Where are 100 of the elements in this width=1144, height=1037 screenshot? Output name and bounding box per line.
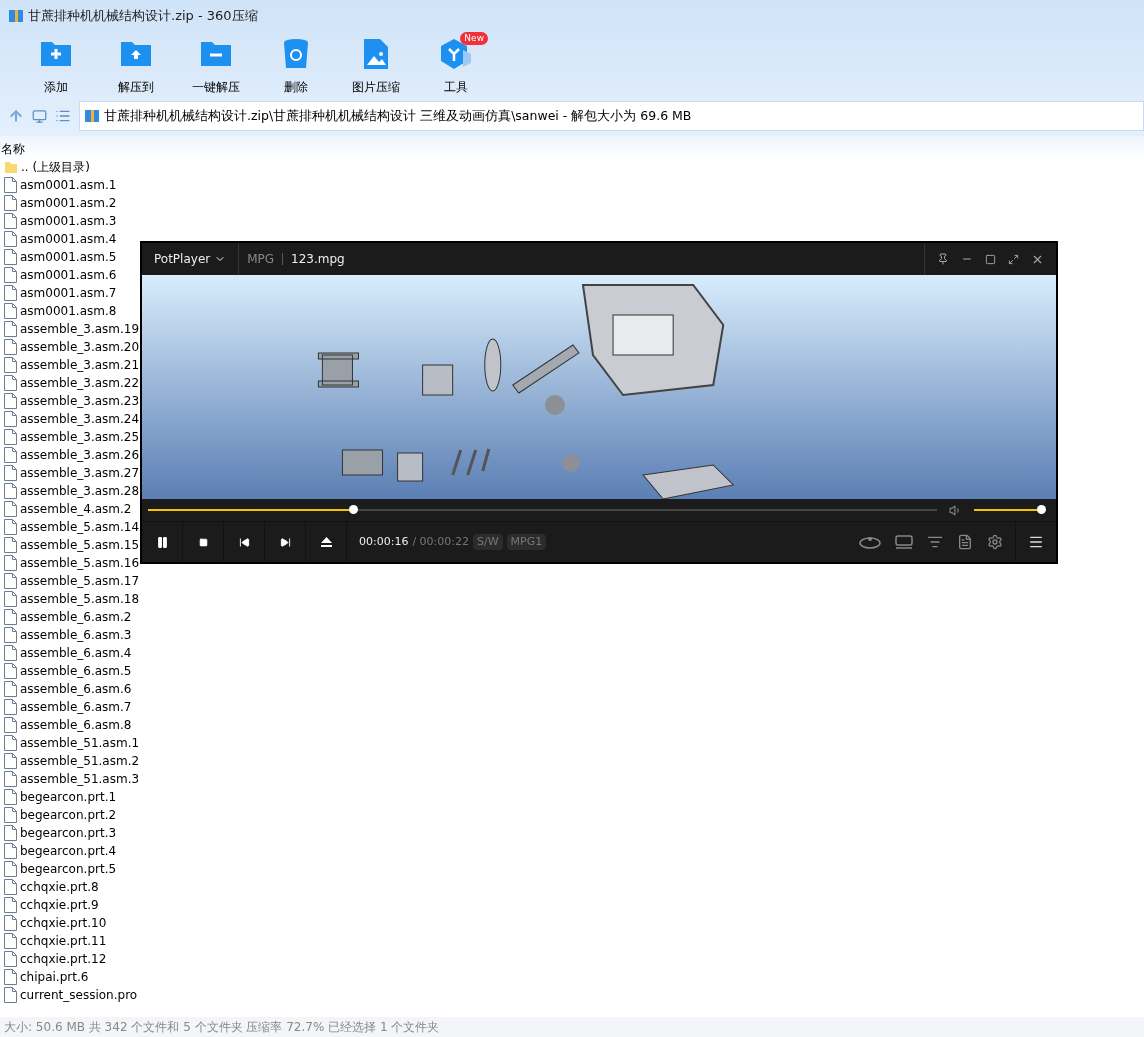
file-name[interactable]: assemble_6.asm.4 — [20, 644, 132, 662]
codec-tag: S/W — [473, 533, 503, 551]
file-name[interactable]: cchqxie.prt.9 — [20, 896, 99, 914]
file-icon — [4, 321, 17, 337]
stop-icon — [198, 537, 208, 547]
image-file-icon — [363, 38, 389, 70]
file-icon — [4, 465, 17, 481]
file-name[interactable]: cchqxie.prt.12 — [20, 950, 107, 968]
toolbar-button[interactable]: 图片压缩 — [336, 32, 416, 96]
file-name[interactable]: assemble_5.asm.18 — [20, 590, 140, 608]
file-icon — [4, 987, 17, 1003]
playlist-icon[interactable] — [957, 534, 973, 550]
file-name[interactable]: assemble_51.asm.3 — [20, 770, 140, 788]
file-name[interactable]: asm0001.asm.4 — [20, 230, 117, 248]
file-icon — [4, 861, 17, 877]
archive-icon — [8, 8, 24, 24]
file-name[interactable]: asm0001.asm.5 — [20, 248, 117, 266]
file-name[interactable]: assemble_6.asm.2 — [20, 608, 132, 626]
file-name[interactable]: assemble_4.asm.2 — [20, 500, 132, 518]
file-name[interactable]: assemble_3.asm.22 — [20, 374, 140, 392]
address-bar[interactable]: 甘蔗排种机机械结构设计.zip\甘蔗排种机机械结构设计 三维及动画仿真\sanwei - 解包大小为 69.6 MB — [79, 101, 1144, 131]
file-name[interactable]: current_session.pro — [20, 986, 138, 1004]
pin-icon[interactable] — [937, 253, 949, 265]
file-icon — [4, 303, 17, 319]
column-header[interactable]: 名称 — [0, 136, 1144, 158]
file-name[interactable]: assemble_3.asm.26 — [20, 446, 140, 464]
file-name[interactable]: begearcon.prt.4 — [20, 842, 117, 860]
file-name[interactable]: assemble_3.asm.28 — [20, 482, 140, 500]
file-icon — [4, 519, 17, 535]
file-name[interactable]: asm0001.asm.6 — [20, 266, 117, 284]
file-name[interactable]: assemble_6.asm.5 — [20, 662, 132, 680]
file-name[interactable]: assemble_5.asm.14 — [20, 518, 140, 536]
file-name[interactable]: assemble_3.asm.19 — [20, 320, 140, 338]
toolbar-button[interactable]: 解压到 — [96, 32, 176, 96]
file-icon — [4, 411, 17, 427]
360-view-icon[interactable] — [859, 534, 881, 550]
file-name[interactable]: .. (上级目录) — [21, 158, 90, 176]
file-name[interactable]: begearcon.prt.5 — [20, 860, 117, 878]
codec-tag: MPG1 — [506, 533, 547, 551]
new-badge: New — [460, 32, 488, 45]
file-icon — [4, 483, 17, 499]
file-name[interactable]: cchqxie.prt.10 — [20, 914, 107, 932]
toolbar-button[interactable]: New 工具 — [416, 32, 496, 96]
file-icon — [4, 555, 17, 571]
file-icon — [4, 429, 17, 445]
file-icon — [4, 969, 17, 985]
toolbar-button[interactable]: 添加 — [16, 32, 96, 96]
total-duration: / 00:00:22 — [412, 533, 469, 550]
file-name[interactable]: assemble_51.asm.2 — [20, 752, 140, 770]
file-icon — [4, 285, 17, 301]
file-name[interactable]: assemble_6.asm.7 — [20, 698, 132, 716]
file-icon — [4, 267, 17, 283]
file-icon — [4, 501, 17, 517]
file-name[interactable]: cchqxie.prt.8 — [20, 878, 99, 896]
menu-icon — [1028, 534, 1044, 550]
settings-icon[interactable] — [987, 534, 1003, 550]
format-label: MPG — [247, 251, 275, 268]
file-icon — [4, 375, 17, 391]
maximize-icon[interactable] — [985, 253, 996, 265]
status-bar: 大小: 50.6 MB 共 342 个文件和 5 个文件夹 压缩率 72.7% 已经选择 1 个文件夹 — [0, 1017, 1144, 1037]
file-name[interactable]: assemble_3.asm.25 — [20, 428, 140, 446]
toolbar-button[interactable]: 一键解压 — [176, 32, 256, 96]
panel-view-icon[interactable] — [32, 108, 47, 124]
file-name[interactable]: asm0001.asm.7 — [20, 284, 117, 302]
file-name[interactable]: asm0001.asm.2 — [20, 194, 117, 212]
toolbar-button[interactable]: 删除 — [256, 32, 336, 96]
volume-thumb[interactable] — [1036, 505, 1046, 514]
file-name[interactable]: assemble_3.asm.23 — [20, 392, 140, 410]
file-icon — [4, 627, 17, 643]
seek-thumb[interactable] — [349, 505, 359, 514]
file-name[interactable]: assemble_3.asm.20 — [20, 338, 140, 356]
file-icon — [4, 537, 17, 553]
file-name[interactable]: assemble_5.asm.17 — [20, 572, 140, 590]
file-name[interactable]: asm0001.asm.3 — [20, 212, 117, 230]
fullscreen-icon[interactable] — [1008, 253, 1019, 265]
file-icon — [4, 195, 17, 211]
file-name[interactable]: begearcon.prt.3 — [20, 824, 117, 842]
window-title: 甘蔗排种机机械结构设计.zip - 360压缩 — [28, 7, 258, 26]
file-name[interactable]: assemble_6.asm.8 — [20, 716, 132, 734]
folder-icon — [4, 160, 18, 174]
volume-icon[interactable] — [949, 503, 962, 517]
file-name[interactable]: begearcon.prt.2 — [20, 806, 117, 824]
file-name[interactable]: chipai.prt.6 — [20, 968, 89, 986]
recycle-bin-icon — [283, 38, 309, 70]
file-name[interactable]: assemble_51.asm.1 — [20, 734, 140, 752]
file-name[interactable]: assemble_3.asm.21 — [20, 356, 140, 374]
list-view-icon[interactable] — [55, 108, 71, 124]
file-name[interactable]: assemble_6.asm.6 — [20, 680, 132, 698]
file-icon — [4, 339, 17, 355]
file-name[interactable]: assemble_3.asm.24 — [20, 410, 140, 428]
file-name[interactable]: assemble_5.asm.15 — [20, 536, 140, 554]
file-name[interactable]: assemble_5.asm.16 — [20, 554, 140, 572]
file-name[interactable]: assemble_6.asm.3 — [20, 626, 132, 644]
file-name[interactable]: cchqxie.prt.11 — [20, 932, 107, 950]
file-name[interactable]: asm0001.asm.1 — [20, 176, 117, 194]
file-name[interactable]: begearcon.prt.1 — [20, 788, 117, 806]
current-time: 00:00:16 — [359, 533, 409, 550]
file-name[interactable]: assemble_3.asm.27 — [20, 464, 140, 482]
file-name[interactable]: asm0001.asm.8 — [20, 302, 117, 320]
file-icon — [4, 843, 17, 859]
